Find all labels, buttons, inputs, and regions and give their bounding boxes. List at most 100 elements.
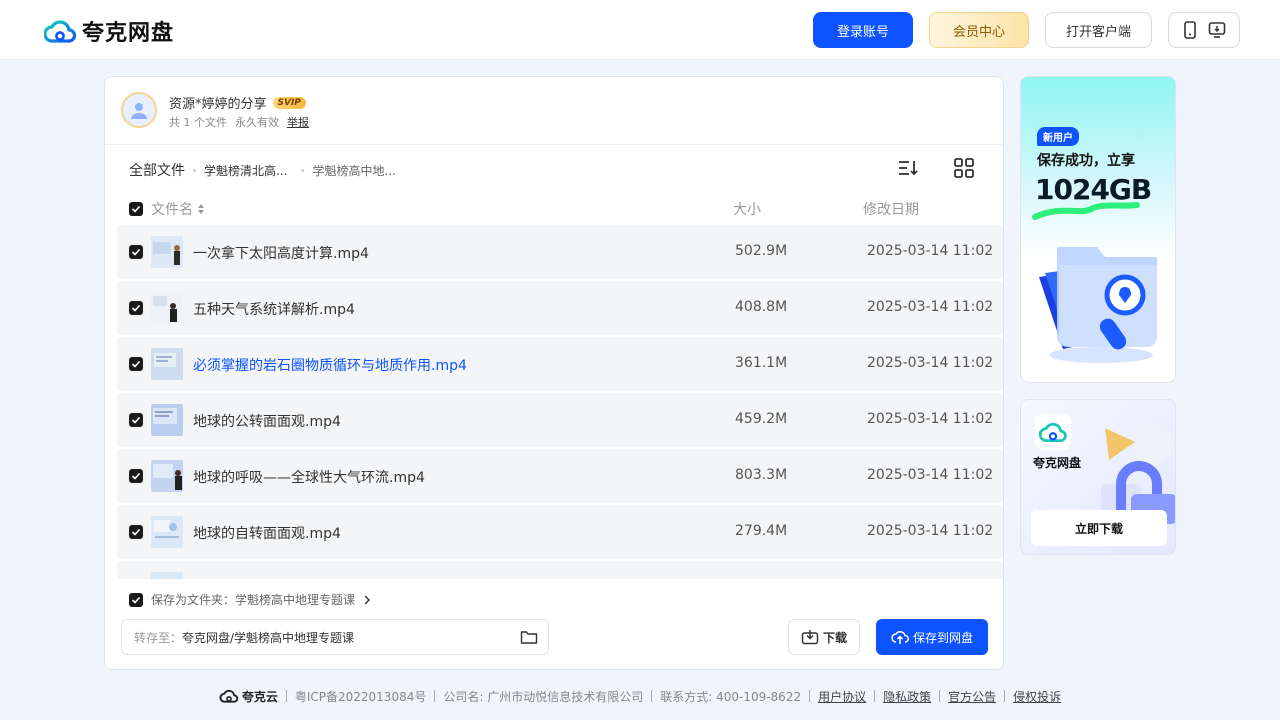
footer-separator (809, 690, 811, 702)
download-app-button[interactable]: 立即下载 (1031, 510, 1167, 546)
share-meta: 共 1 个文件 永久有效 举报 (169, 114, 309, 130)
download-button[interactable]: 下载 (788, 619, 860, 655)
file-name[interactable]: 地球的公转面面观.mp4 (193, 411, 341, 431)
device-switcher (1168, 12, 1240, 48)
app-icon (1035, 414, 1071, 450)
sort-button[interactable] (897, 157, 919, 183)
check-icon (131, 596, 141, 604)
mobile-icon[interactable] (1182, 21, 1198, 39)
table-row[interactable]: 地球的呼吸——全球性大气环流.mp4 803.3M 2025-03-14 11:… (117, 449, 1003, 503)
table-row[interactable] (117, 561, 1003, 579)
column-header: 文件名 大小 修改日期 (105, 197, 1003, 221)
table-row[interactable]: 地球的公转面面观.mp4 459.2M 2025-03-14 11:02 (117, 393, 1003, 447)
file-name[interactable]: 一次拿下太阳高度计算.mp4 (193, 243, 369, 263)
save-to-drive-button[interactable]: 保存到网盘 (876, 619, 988, 655)
file-name[interactable]: 地球的自转面面观.mp4 (193, 523, 341, 543)
table-row[interactable]: 必须掌握的岩石圈物质循环与地质作用.mp4 361.1M 2025-03-14 … (117, 337, 1003, 391)
row-checkbox[interactable] (129, 245, 143, 259)
highlight-stroke-icon (1032, 202, 1140, 220)
file-size: 803.3M (735, 467, 788, 483)
save-as-folder-label: 保存为文件夹：学魁榜高中地理专题课 (151, 593, 356, 607)
cloud-logo-icon (44, 20, 76, 43)
share-title: 资源*婷婷的分享 SVIP (169, 93, 306, 112)
video-thumbnail (151, 460, 183, 492)
breadcrumb-root[interactable]: 全部文件 (129, 160, 185, 180)
row-checkbox[interactable] (129, 525, 143, 539)
breadcrumb-folder[interactable]: 学魁榜清北高... (204, 162, 287, 179)
file-date: 2025-03-14 11:02 (867, 243, 994, 259)
footer-separator (651, 690, 653, 702)
sort-arrows-icon (198, 204, 204, 214)
sharer-name: 资源*婷婷的分享 (169, 97, 267, 112)
destination-path: 夸克网盘/学魁榜高中地理专题课 (182, 630, 355, 645)
breadcrumb-current: 学魁榜高中地... (312, 163, 396, 178)
footer-link-privacy[interactable]: 隐私政策 (883, 688, 931, 705)
app-download-banner[interactable]: 夸克网盘 立即下载 (1020, 399, 1176, 555)
save-as-folder-checkbox[interactable] (129, 592, 143, 607)
file-size: 502.9M (735, 243, 788, 259)
new-user-badge: 新用户 (1037, 127, 1079, 146)
user-icon (131, 103, 147, 119)
grid-icon (954, 158, 974, 178)
column-date: 修改日期 (863, 202, 919, 218)
row-checkbox[interactable] (129, 357, 143, 371)
file-date: 2025-03-14 11:02 (867, 411, 994, 427)
report-link[interactable]: 举报 (287, 114, 309, 130)
check-icon (131, 205, 141, 213)
select-all-checkbox[interactable] (129, 202, 143, 216)
table-row[interactable]: 地球的自转面面观.mp4 279.4M 2025-03-14 11:02 (117, 505, 1003, 559)
table-row[interactable]: 一次拿下太阳高度计算.mp4 502.9M 2025-03-14 11:02 (117, 225, 1003, 279)
grid-view-button[interactable] (953, 157, 975, 183)
check-icon (131, 416, 141, 424)
video-thumbnail (151, 292, 183, 324)
destination-label: 转存至： (134, 630, 183, 645)
destination-field[interactable]: 转存至： 夸克网盘/学魁榜高中地理专题课 (121, 619, 549, 655)
footer-icp: 粤ICP备2022013084号 (294, 689, 427, 704)
save-as-folder-option[interactable]: 保存为文件夹：学魁榜高中地理专题课 (129, 591, 371, 608)
video-thumbnail (151, 516, 183, 548)
vip-center-button[interactable]: 会员中心 (929, 12, 1029, 48)
footer-link-announcements[interactable]: 官方公告 (948, 688, 996, 705)
file-size: 361.1M (735, 355, 788, 371)
download-icon (801, 630, 819, 645)
table-row[interactable]: 五种天气系统详解析.mp4 408.8M 2025-03-14 11:02 (117, 281, 1003, 335)
column-name-label: 文件名 (151, 202, 193, 218)
share-panel: 资源*婷婷的分享 SVIP 共 1 个文件 永久有效 举报 全部文件 学魁榜清北… (104, 76, 1004, 670)
footer-link-terms[interactable]: 用户协议 (818, 688, 866, 705)
footer-brand: 夸克云 (219, 688, 278, 705)
open-client-button[interactable]: 打开客户端 (1045, 12, 1152, 48)
row-checkbox[interactable] (129, 413, 143, 427)
footer-separator (434, 690, 436, 702)
breadcrumb: 全部文件 学魁榜清北高... 学魁榜高中地... (129, 160, 396, 180)
share-header: 资源*婷婷的分享 SVIP 共 1 个文件 永久有效 举报 (105, 77, 1003, 145)
folder-illustration-icon (1039, 247, 1157, 363)
login-button[interactable]: 登录账号 (813, 12, 913, 48)
file-name[interactable]: 必须掌握的岩石圈物质循环与地质作用.mp4 (193, 355, 467, 375)
sort-icon (899, 161, 918, 176)
footer-contact: 联系方式: 400-109-8622 (660, 689, 802, 704)
app-name: 夸克网盘 (1033, 456, 1082, 470)
file-list: 一次拿下太阳高度计算.mp4 502.9M 2025-03-14 11:02 五… (117, 225, 1003, 579)
check-icon (131, 248, 141, 256)
column-name[interactable]: 文件名 (151, 199, 205, 219)
breadcrumb-separator (301, 168, 305, 172)
promo-banner[interactable]: 新用户 保存成功，立享 1024GB (1020, 76, 1176, 383)
svip-badge: SVIP (272, 96, 306, 109)
row-checkbox[interactable] (129, 469, 143, 483)
footer: 夸克云 粤ICP备2022013084号 公司名: 广州市动悦信息技术有限公司 … (0, 686, 1280, 706)
file-name[interactable]: 五种天气系统详解析.mp4 (193, 299, 355, 319)
brand-logo[interactable]: 夸克网盘 (44, 15, 174, 47)
column-size: 大小 (733, 202, 761, 218)
video-thumbnail (151, 348, 183, 380)
cloud-logo-icon (219, 689, 239, 703)
check-icon (131, 528, 141, 536)
footer-link-complaints[interactable]: 侵权投诉 (1013, 688, 1061, 705)
check-icon (131, 304, 141, 312)
desktop-icon[interactable] (1208, 21, 1226, 39)
file-name[interactable]: 地球的呼吸——全球性大气环流.mp4 (193, 467, 425, 487)
promo-headline: 保存成功，立享 (1037, 153, 1135, 169)
folder-icon[interactable] (520, 629, 538, 645)
video-thumbnail (151, 572, 183, 579)
breadcrumb-separator (193, 168, 196, 172)
row-checkbox[interactable] (129, 301, 143, 315)
